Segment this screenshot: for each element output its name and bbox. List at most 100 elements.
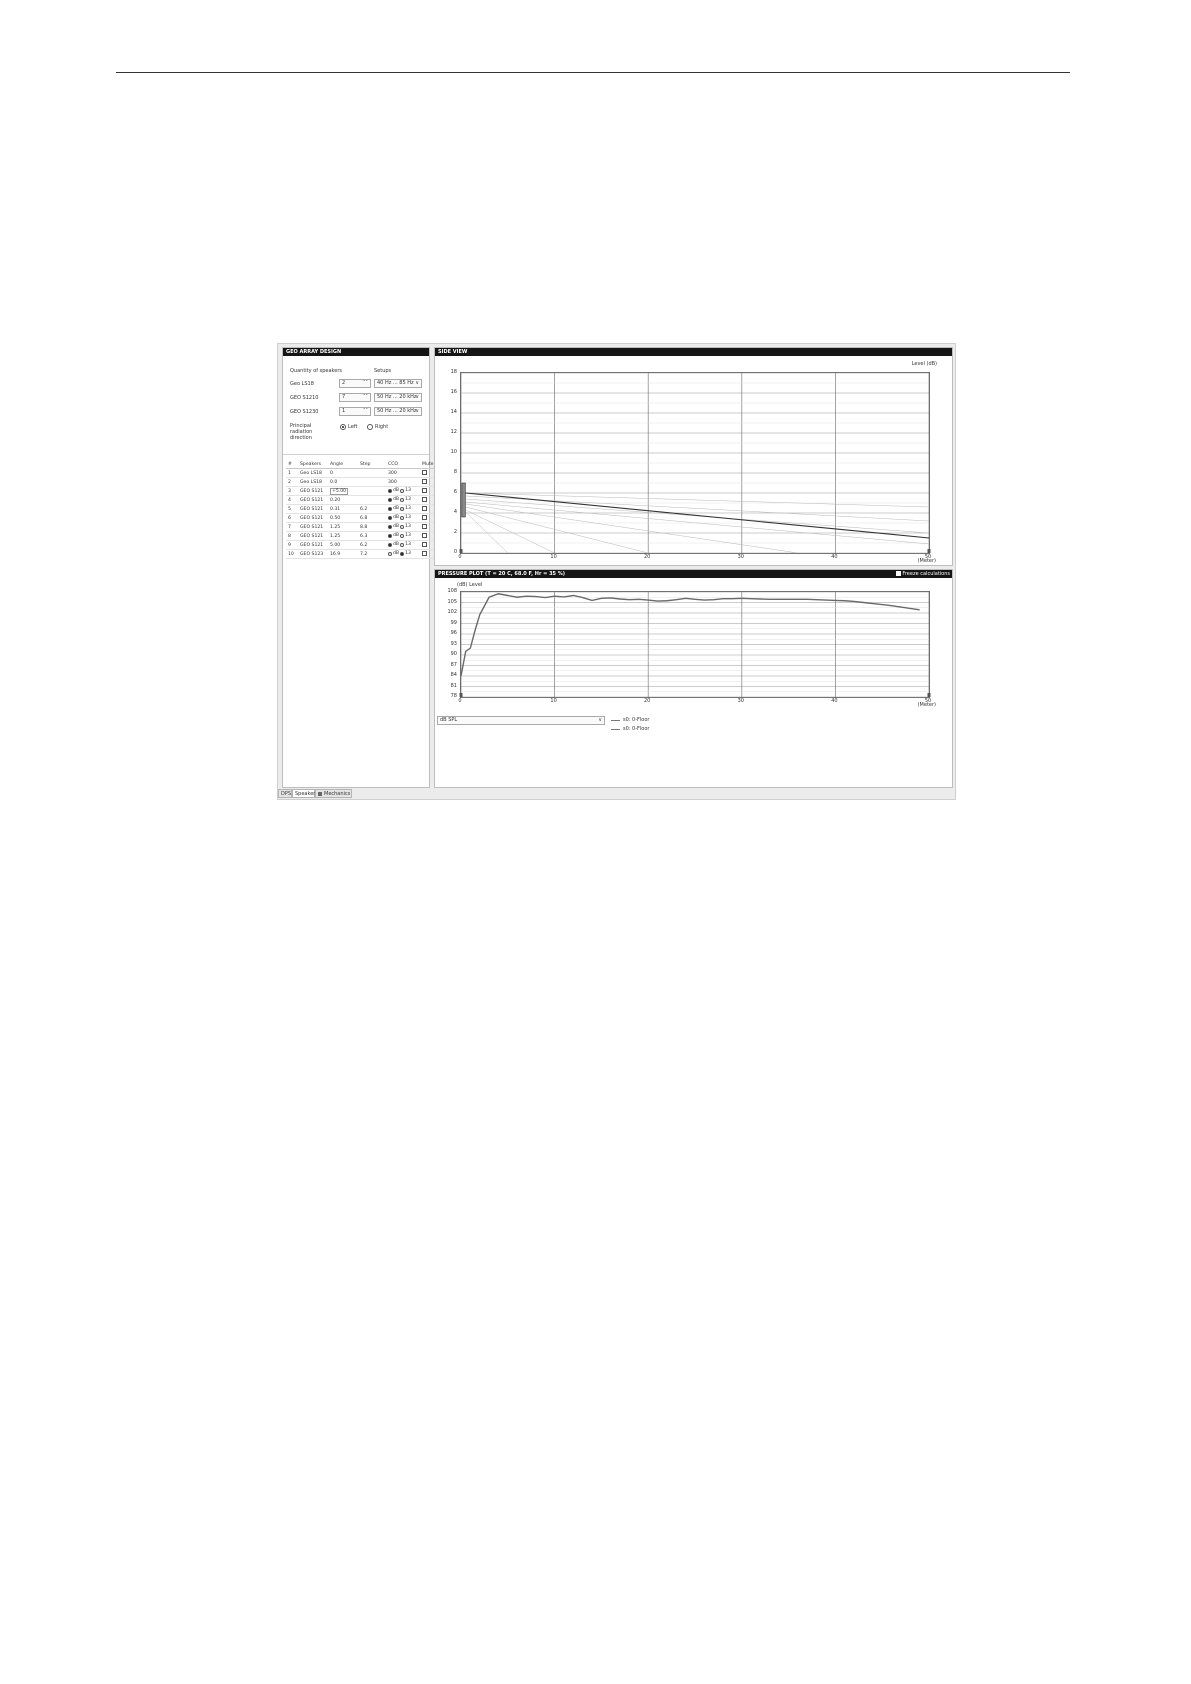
cco-radio-alt[interactable] [400,506,405,511]
col-header-num: # [286,460,298,469]
mute-checkbox[interactable] [422,470,427,475]
qty-spinner-2[interactable]: 7 ˄˅ [339,393,371,402]
cco-option-label: 13 [405,533,411,538]
cco-radio-db[interactable] [388,506,392,511]
cell-angle[interactable]: 1.25 [328,522,358,532]
cell-num: 8 [286,531,298,541]
table-row[interactable]: 5 GEO S121 0.31 6.2 dB 13 [286,504,439,514]
cco-radio-db[interactable] [388,524,392,529]
pp-y-tick: 87 [450,661,457,668]
cco-radio-db[interactable] [388,497,392,502]
cco-option-label: dB [393,542,400,547]
cell-angle[interactable]: 0 [328,468,358,478]
cco-radio-db[interactable] [388,515,392,520]
cco-option-label: 13 [405,551,411,556]
cell-angle[interactable]: 0.50 [328,513,358,523]
setup-select-3[interactable]: 50 Hz ... 20 kHz ∨ [374,407,422,416]
freeze-calculations-checkbox[interactable] [896,571,901,576]
cco-radio-alt[interactable] [400,551,405,556]
table-row[interactable]: 2 Geo LS18 0.0 300 [286,477,439,487]
qty-spinner-1[interactable]: 2 ˄˅ [339,379,371,388]
cco-radio-alt[interactable] [400,488,405,493]
cco-radio-db[interactable] [388,533,392,538]
table-row[interactable]: 4 GEO S121 0.20 dB 13 [286,495,439,505]
cell-num: 1 [286,468,298,478]
sv-y-tick: 2 [453,529,457,535]
cco-radio-alt[interactable] [400,497,405,502]
cco-option-label: dB [393,506,400,511]
cell-step: 7.2 [358,549,386,559]
cco-option-label: dB [393,524,400,529]
cell-cco: dB 13 [386,522,420,532]
cco-radio-alt[interactable] [400,515,405,520]
mute-checkbox[interactable] [422,533,427,538]
principal-label-line3: direction [290,435,312,441]
radio-left-label: Left [348,424,358,430]
panel-title: GEO ARRAY DESIGN [283,348,429,356]
cco-radio-alt[interactable] [400,533,405,538]
col-header-angle: Angle [328,460,358,469]
cco-radio-db[interactable] [388,542,392,547]
mute-checkbox[interactable] [422,524,427,529]
mute-checkbox[interactable] [422,542,427,547]
cco-radio-db[interactable] [388,551,392,556]
table-row[interactable]: 3 GEO S121 +5.00 dB 13 [286,486,439,496]
table-row[interactable]: 6 GEO S121 0.50 6.8 dB 13 [286,513,439,523]
tab-dps[interactable]: DPS [278,789,292,798]
table-row[interactable]: 10 GEO S123 16.9 7.2 dB 13 [286,549,439,559]
setup-select-2[interactable]: 50 Hz ... 20 kHz ∨ [374,393,422,402]
col-header-step: Step [358,460,386,469]
mute-checkbox[interactable] [422,497,427,502]
bottom-tab-bar: DPS Speaker Mechanics [278,789,955,799]
chevron-down-icon: ∨ [415,380,419,386]
table-row[interactable]: 7 GEO S121 1.25 8.8 dB 13 [286,522,439,532]
cell-num: 7 [286,522,298,532]
cell-angle[interactable]: 1.25 [328,531,358,541]
cco-radio-alt[interactable] [400,542,405,547]
panel-title: PRESSURE PLOT (T = 20 C, 68.0 F, Hr = 35… [435,570,952,578]
cell-angle[interactable]: 0.0 [328,477,358,487]
table-row[interactable]: 9 GEO S121 5.00 6.2 dB 13 [286,540,439,550]
mute-checkbox[interactable] [422,479,427,484]
cell-angle[interactable]: 5.00 [328,540,358,550]
radio-right-label: Right [375,424,389,430]
cell-num: 4 [286,495,298,505]
cell-angle[interactable]: 0.20 [328,495,358,505]
legend-swatch-1 [611,720,620,721]
cell-cco: dB 13 [386,495,420,505]
table-row[interactable]: 1 Geo LS18 0 300 [286,468,439,478]
section-divider [283,454,429,455]
cco-radio-alt[interactable] [400,524,405,529]
cell-angle[interactable]: 0.31 [328,504,358,514]
pressure-y-label: (dB) Level [457,582,483,588]
pp-x-tick: 50 [924,698,932,704]
sv-scroll-handle [927,549,931,553]
sv-x-tick: 10 [550,554,557,560]
cell-angle[interactable]: +5.00 [328,486,358,496]
sv-y-tick: 8 [453,469,457,475]
setup-select-1[interactable]: 40 Hz ... 85 Hz ∨ [374,379,422,388]
legend-swatch-2 [611,729,620,730]
tab-mechanics[interactable]: Mechanics [315,789,352,798]
pressure-plot [459,591,931,698]
cell-cco: dB 13 [386,531,420,541]
tab-speaker[interactable]: Speaker [292,789,315,798]
angle-select[interactable]: +5.00 [330,487,349,495]
spinner-arrows-icon: ˄˅ [363,394,368,400]
speaker-name-1: Geo LS18 [290,381,314,387]
mute-checkbox[interactable] [422,551,427,556]
side-view-level-label: Level (dB) [911,361,937,367]
mute-checkbox[interactable] [422,488,427,493]
mute-checkbox[interactable] [422,506,427,511]
radio-right[interactable] [367,424,373,430]
pressure-unit-select[interactable]: dB SPL ∨ [437,716,605,725]
radio-left[interactable] [340,424,346,430]
pp-y-tick: 81 [450,682,457,689]
qty-spinner-3[interactable]: 1 ˄˅ [339,407,371,416]
table-row[interactable]: 8 GEO S121 1.25 6.3 dB 13 [286,531,439,541]
cell-angle[interactable]: 16.9 [328,549,358,559]
cell-speaker: GEO S121 [298,513,328,523]
cell-step: 6.2 [358,504,386,514]
cco-radio-db[interactable] [388,488,392,493]
mute-checkbox[interactable] [422,515,427,520]
